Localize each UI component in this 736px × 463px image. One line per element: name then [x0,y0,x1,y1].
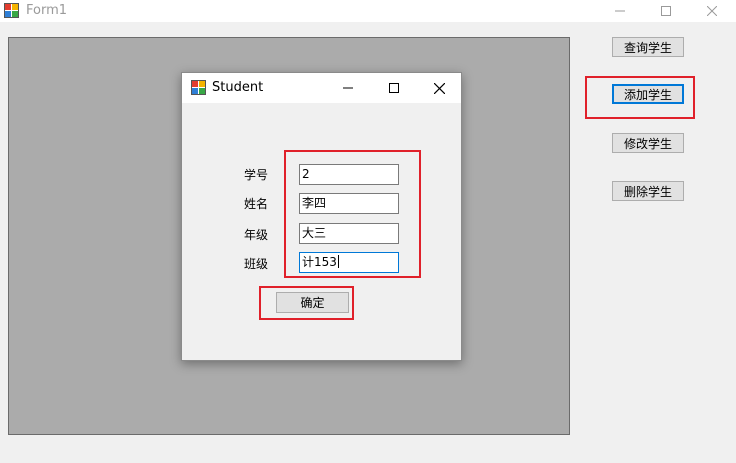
app-icon [4,3,19,18]
dialog-close-button[interactable] [416,73,462,103]
minimize-icon [343,87,353,89]
class-label: 班级 [244,257,269,271]
maximize-icon [389,83,399,93]
maximize-button[interactable] [643,0,689,22]
minimize-icon [615,10,625,12]
dialog-title: Student [212,80,264,95]
confirm-button-highlight-box [259,286,354,320]
close-button[interactable] [689,0,735,22]
query-student-button[interactable]: 查询学生 [612,37,684,57]
edit-student-button[interactable]: 修改学生 [612,133,684,153]
delete-student-button[interactable]: 删除学生 [612,181,684,201]
dialog-title-bar: Student [182,73,461,103]
add-button-highlight-box [585,76,695,119]
minimize-button[interactable] [597,0,643,22]
dialog-app-icon [191,80,206,95]
window-title: Form1 [26,3,68,18]
student-id-label: 学号 [244,168,269,182]
dialog-maximize-button[interactable] [371,73,417,103]
main-title-bar: Form1 [0,0,736,22]
input-fields-highlight-box [284,150,421,278]
name-label: 姓名 [244,197,269,211]
maximize-icon [661,6,671,16]
close-icon [707,6,717,16]
dialog-minimize-button[interactable] [325,73,371,103]
close-icon [433,82,445,94]
grade-label: 年级 [244,228,269,242]
